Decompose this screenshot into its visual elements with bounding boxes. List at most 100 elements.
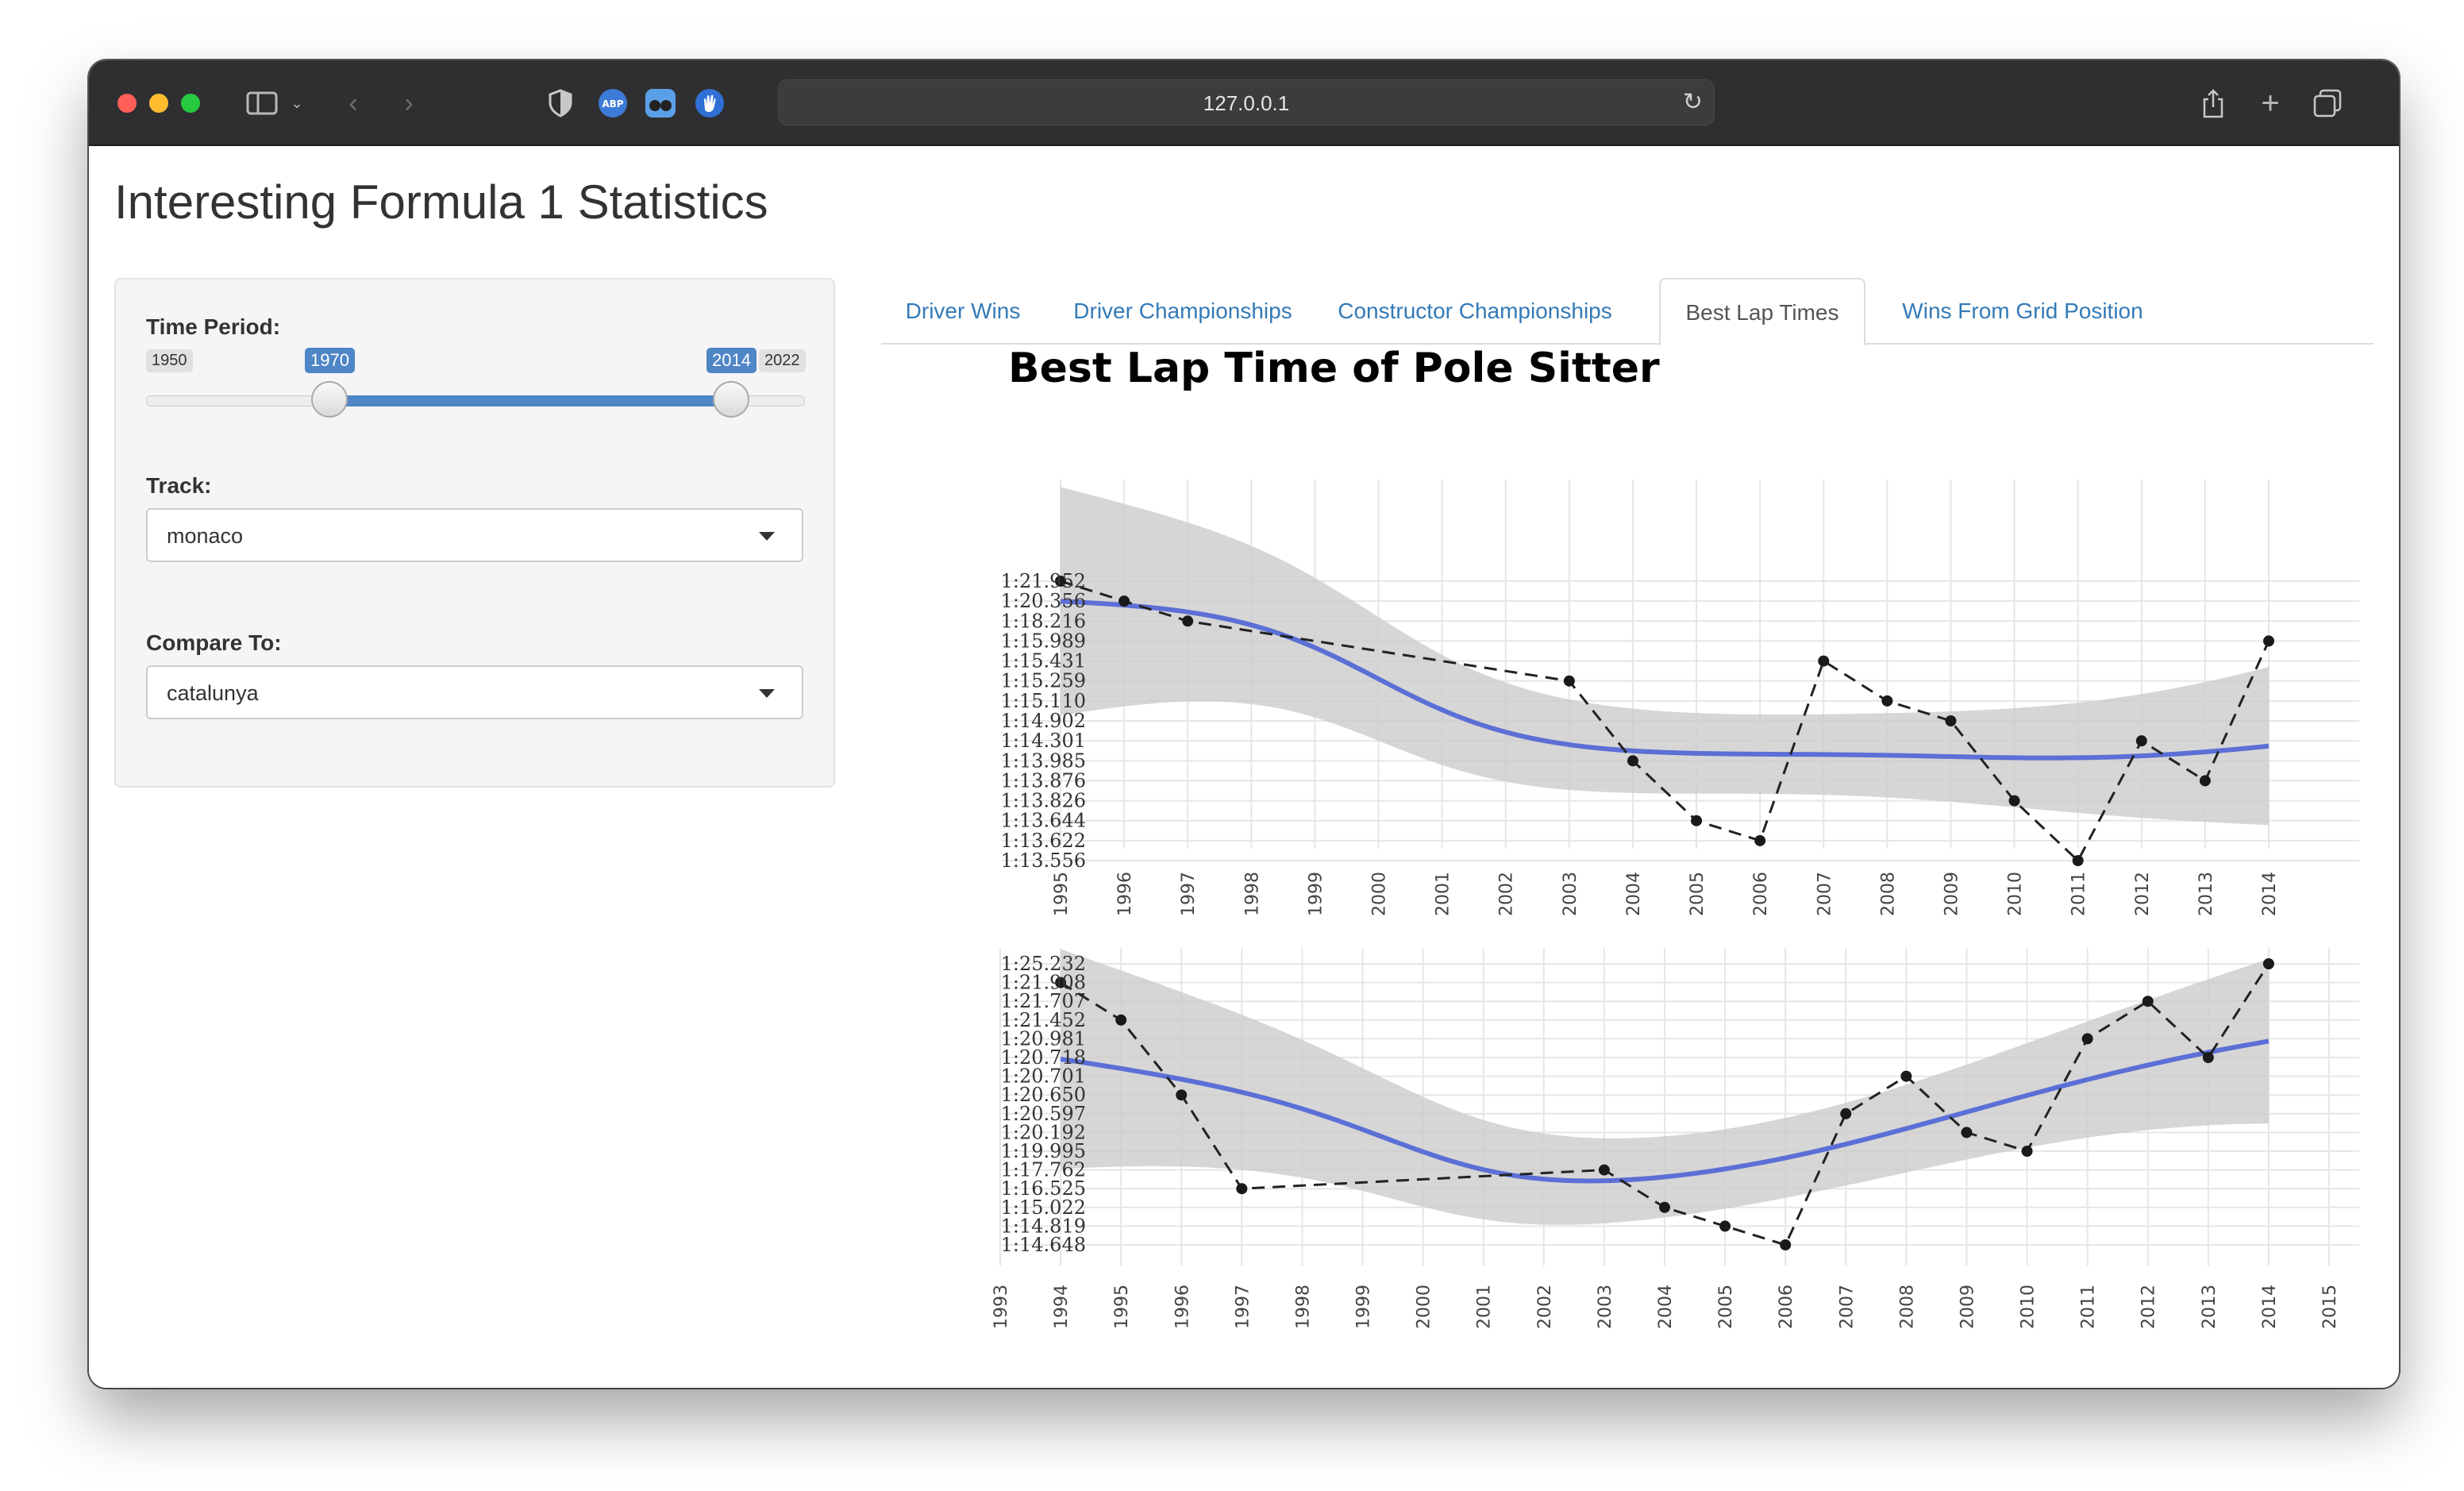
data-point: [2008, 795, 2020, 807]
new-tab-icon[interactable]: +: [2254, 86, 2286, 121]
data-point: [1691, 815, 1703, 826]
y-tick-label: 1:21.952: [1001, 570, 1086, 592]
x-tick-label: 2009: [1958, 1285, 1977, 1329]
x-tick-label: 2002: [1535, 1285, 1555, 1329]
data-point: [2199, 775, 2211, 787]
x-tick-label: 2000: [1415, 1285, 1434, 1329]
data-point: [2135, 735, 2147, 747]
data-point: [2262, 958, 2274, 969]
x-tick-label: 2014: [2260, 1285, 2280, 1329]
y-tick-label: 1:14.648: [1001, 1234, 1086, 1256]
zoom-window-button[interactable]: [181, 94, 200, 113]
y-tick-label: 1:20.356: [1001, 590, 1086, 612]
x-tick-label: 1996: [1172, 1285, 1192, 1329]
x-tick-label: 2011: [2069, 872, 2089, 916]
back-arrow-icon[interactable]: ‹: [341, 87, 365, 119]
browser-window: ⌄ ‹ › ABP 127.0.0.1 ↻ + Interesting Form…: [89, 60, 2399, 1388]
x-tick-label: 2004: [1624, 872, 1644, 916]
y-tick-label: 1:14.301: [1001, 730, 1086, 752]
y-tick-label: 1:13.644: [1001, 810, 1086, 832]
x-tick-label: 2000: [1370, 872, 1390, 916]
x-tick-label: 2006: [1777, 1285, 1796, 1329]
chevron-down-icon[interactable]: ⌄: [289, 87, 305, 119]
x-tick-label: 2007: [1815, 872, 1835, 916]
tab-overview-icon[interactable]: [2312, 87, 2343, 119]
data-point: [1754, 834, 1766, 846]
sidebar-toggle-icon[interactable]: [244, 87, 279, 119]
y-tick-label: 1:15.989: [1001, 630, 1086, 652]
browser-toolbar: ⌄ ‹ › ABP 127.0.0.1 ↻ +: [89, 60, 2399, 146]
x-tick-label: 2003: [1596, 1285, 1615, 1329]
shield-icon[interactable]: [545, 87, 576, 119]
svg-text:ABP: ABP: [602, 98, 623, 110]
x-tick-label: 2011: [2079, 1285, 2099, 1329]
x-tick-label: 2010: [2019, 1285, 2039, 1329]
x-tick-label: 2005: [1688, 872, 1707, 916]
adblock-extension-icon[interactable]: ABP: [597, 87, 629, 119]
data-point: [1598, 1164, 1610, 1176]
extension-hand-icon[interactable]: [694, 87, 726, 119]
x-tick-label: 2003: [1561, 872, 1580, 916]
data-point: [2021, 1146, 2033, 1157]
lap-time-charts: 1:21.9521:20.3561:18.2161:15.9891:15.431…: [991, 480, 2359, 1329]
data-point: [1118, 595, 1130, 607]
y-tick-label: 1:13.876: [1001, 769, 1086, 792]
x-tick-label: 2013: [2196, 872, 2216, 916]
y-tick-label: 1:15.110: [1001, 690, 1086, 712]
x-tick-label: 1993: [991, 1285, 1011, 1329]
y-tick-label: 1:13.622: [1001, 830, 1086, 852]
x-tick-label: 1997: [1179, 872, 1199, 916]
x-tick-label: 1994: [1052, 1285, 1072, 1329]
x-tick-label: 2004: [1656, 1285, 1676, 1329]
y-tick-label: 1:14.902: [1001, 710, 1086, 732]
x-tick-label: 2005: [1716, 1285, 1736, 1329]
data-point: [1961, 1127, 1973, 1138]
page-content: Interesting Formula 1 Statistics Time Pe…: [89, 146, 2399, 1388]
y-tick-label: 1:15.259: [1001, 670, 1086, 692]
data-point: [2263, 635, 2274, 647]
x-tick-label: 2009: [1942, 872, 1962, 916]
data-point: [1176, 1089, 1188, 1101]
reload-icon[interactable]: ↻: [1683, 88, 1703, 116]
y-tick-label: 1:13.985: [1001, 749, 1086, 772]
forward-arrow-icon[interactable]: ›: [397, 87, 421, 119]
x-tick-label: 2008: [1878, 872, 1898, 916]
x-tick-label: 2006: [1751, 872, 1771, 916]
x-tick-label: 2015: [2320, 1285, 2340, 1329]
data-point: [1236, 1183, 1248, 1195]
x-tick-label: 2008: [1897, 1285, 1917, 1329]
data-point: [1945, 715, 1957, 726]
x-tick-label: 1995: [1112, 1285, 1132, 1329]
x-tick-label: 2001: [1434, 872, 1453, 916]
x-tick-label: 2012: [2139, 1285, 2159, 1329]
x-tick-label: 1995: [1052, 872, 1072, 916]
x-tick-label: 1996: [1115, 872, 1135, 916]
x-tick-label: 2012: [2133, 872, 2153, 916]
extension-mask-icon[interactable]: [645, 87, 676, 119]
y-tick-label: 1:13.826: [1001, 790, 1086, 812]
y-tick-label: 1:15.431: [1001, 650, 1086, 672]
share-icon[interactable]: [2197, 87, 2229, 119]
data-point: [1182, 615, 1194, 627]
x-tick-label: 1998: [1293, 1285, 1313, 1329]
close-window-button[interactable]: [117, 94, 137, 113]
x-tick-label: 1999: [1306, 872, 1326, 916]
data-point: [1881, 695, 1893, 707]
data-point: [1719, 1220, 1731, 1232]
x-tick-label: 2002: [1497, 872, 1517, 916]
data-point: [1780, 1239, 1792, 1250]
minimize-window-button[interactable]: [149, 94, 168, 113]
data-point: [1563, 675, 1575, 687]
data-point: [1115, 1014, 1127, 1026]
data-point: [1627, 755, 1638, 767]
x-tick-label: 1999: [1354, 1285, 1374, 1329]
x-tick-label: 2010: [2006, 872, 2026, 916]
data-point: [1818, 655, 1830, 667]
y-tick-label: 1:18.216: [1001, 610, 1086, 632]
confidence-ribbon: [1061, 487, 2269, 826]
address-bar[interactable]: 127.0.0.1 ↻: [778, 79, 1715, 125]
x-tick-label: 2007: [1837, 1285, 1857, 1329]
data-point: [2072, 855, 2084, 866]
x-tick-label: 1997: [1233, 1285, 1253, 1329]
x-tick-label: 2013: [2200, 1285, 2220, 1329]
